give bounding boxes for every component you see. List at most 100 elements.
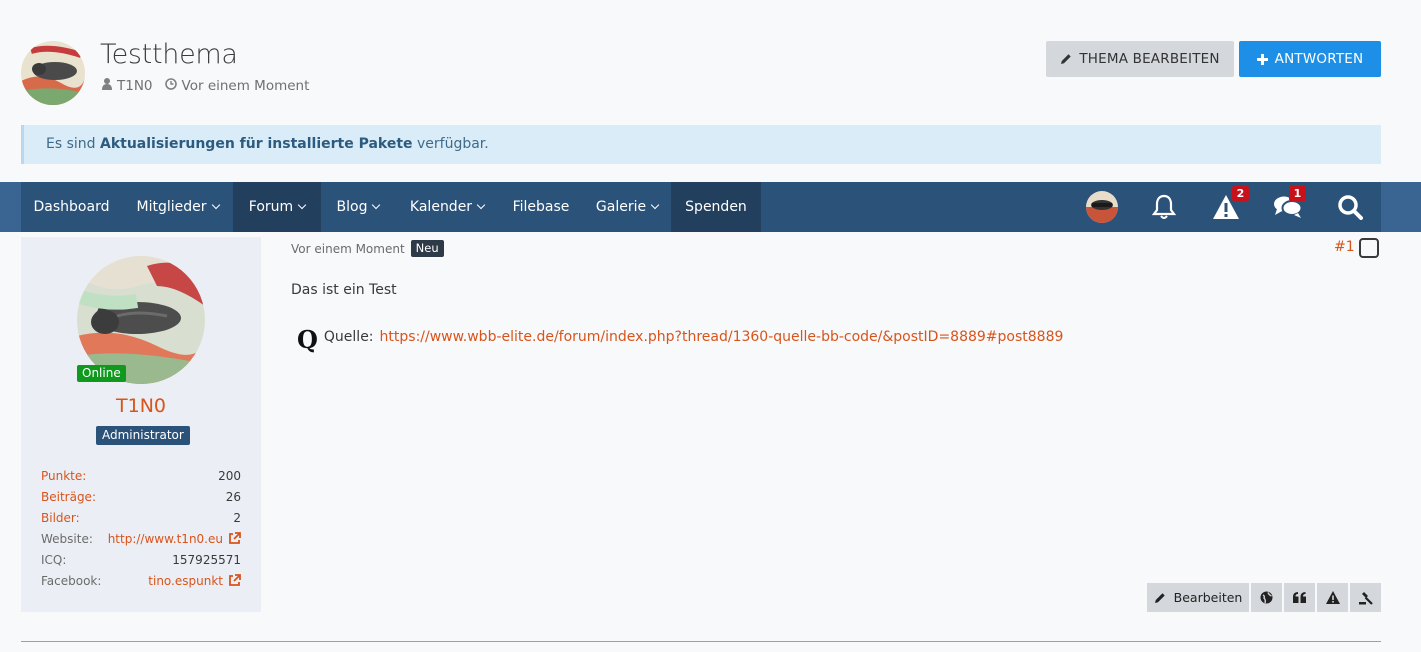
quote-icon — [1293, 592, 1306, 603]
source-quote: Q Quelle: https://www.wbb-elite.de/forum… — [297, 322, 1063, 352]
stat-key[interactable]: Bilder: — [41, 511, 80, 525]
nav-item-label: Mitglieder — [136, 199, 207, 215]
nav-item-label: Forum — [248, 199, 294, 215]
user-name[interactable]: T1N0 — [21, 395, 261, 417]
stat-row-facebook: Facebook: tino.espunkt — [41, 570, 241, 591]
main-menu: Dashboard Mitglieder Forum Blog Kalender… — [21, 182, 1381, 232]
thread-header: Testthema T1N0 Vor einem Moment THEMA BE… — [21, 39, 1381, 107]
user-icon — [102, 78, 112, 93]
stat-key[interactable]: Punkte: — [41, 469, 86, 483]
nav-item-dashboard[interactable]: Dashboard — [21, 182, 122, 232]
thread-author[interactable]: T1N0 — [102, 78, 153, 94]
moderation-button[interactable]: 2 — [1195, 182, 1257, 232]
post-actions: Bearbeiten — [1147, 583, 1381, 612]
source-link[interactable]: https://www.wbb-elite.de/forum/index.php… — [380, 329, 1064, 345]
nav-item-label: Dashboard — [33, 199, 110, 215]
stat-value: 200 — [218, 468, 241, 483]
user-menu[interactable] — [1071, 182, 1133, 232]
warning-icon — [1325, 591, 1340, 604]
chevron-down-icon — [650, 200, 660, 210]
stat-row-icq: ICQ: 157925571 — [41, 549, 241, 570]
chevron-down-icon — [372, 200, 381, 210]
user-rank-badge: Administrator — [96, 426, 190, 445]
nav-item-label: Blog — [336, 199, 368, 215]
notice-link[interactable]: Aktualisierungen für installierte Pakete — [100, 136, 413, 152]
nav-item-filebase[interactable]: Filebase — [499, 182, 583, 232]
moderation-badge: 2 — [1232, 186, 1249, 201]
conversations-badge: 1 — [1289, 186, 1306, 201]
stat-key: ICQ: — [41, 552, 67, 567]
search-button[interactable] — [1319, 182, 1381, 232]
edit-thread-label: THEMA BEARBEITEN — [1079, 51, 1220, 67]
stat-row-images: Bilder: 2 — [41, 507, 241, 528]
chevron-down-icon — [297, 200, 307, 210]
pencil-icon — [1061, 54, 1072, 64]
nav-item-blog[interactable]: Blog — [321, 182, 395, 232]
nav-item-mitglieder[interactable]: Mitglieder — [122, 182, 233, 232]
user-avatar-icon — [1086, 191, 1118, 223]
conversations-button[interactable]: 1 — [1257, 182, 1319, 232]
edit-post-button[interactable]: Bearbeiten — [1147, 583, 1249, 612]
nav-item-label: Filebase — [512, 199, 570, 215]
page-title: Testthema — [100, 39, 238, 70]
nav-item-spenden[interactable]: Spenden — [671, 182, 761, 232]
gavel-icon — [1358, 591, 1373, 605]
chevron-down-icon — [211, 200, 220, 210]
main-navbar: Dashboard Mitglieder Forum Blog Kalender… — [0, 182, 1421, 232]
stat-value: 26 — [225, 489, 241, 504]
stat-row-website: Website: http://www.t1n0.eu — [41, 528, 241, 549]
stat-value: 2 — [233, 510, 241, 525]
thread-time-text: Vor einem Moment — [181, 78, 310, 94]
pencil-icon — [1154, 592, 1165, 603]
chevron-down-icon — [476, 200, 486, 210]
external-link-icon — [229, 574, 241, 586]
source-q-icon: Q — [297, 325, 318, 354]
clock-icon — [164, 78, 177, 93]
edit-thread-button[interactable]: THEMA BEARBEITEN — [1046, 41, 1234, 77]
plus-icon — [1256, 53, 1268, 65]
nav-item-label: Kalender — [409, 199, 473, 215]
update-notice: Es sind Aktualisierungen für installiert… — [21, 125, 1381, 164]
notifications-button[interactable] — [1133, 182, 1195, 232]
post-body: Das ist ein Test — [291, 282, 397, 298]
stat-key: Website: — [41, 531, 93, 546]
post-select-checkbox[interactable] — [1359, 238, 1379, 258]
website-link[interactable]: http://www.t1n0.eu — [108, 532, 241, 546]
nav-item-forum[interactable]: Forum — [233, 182, 321, 232]
stat-row-points: Punkte: 200 — [41, 465, 241, 486]
post-divider — [21, 641, 1381, 642]
stat-value: http://www.t1n0.eu — [107, 531, 223, 546]
edit-post-label: Bearbeiten — [1173, 590, 1243, 605]
online-badge: Online — [77, 365, 126, 382]
search-icon — [1338, 195, 1363, 220]
facebook-link[interactable]: tino.espunkt — [148, 574, 241, 588]
ip-address-button[interactable] — [1251, 583, 1282, 612]
new-badge: Neu — [410, 240, 444, 257]
thread-author-name: T1N0 — [117, 78, 153, 94]
external-link-icon — [229, 532, 241, 544]
author-avatar[interactable] — [21, 41, 85, 105]
post-permalink[interactable]: #1 — [1334, 239, 1355, 255]
nav-item-label: Spenden — [685, 199, 747, 215]
nav-item-galerie[interactable]: Galerie — [583, 182, 671, 232]
reply-label: ANTWORTEN — [1274, 51, 1364, 67]
nav-item-kalender[interactable]: Kalender — [395, 182, 499, 232]
user-stats: Punkte: 200 Beiträge: 26 Bilder: 2 Websi… — [41, 465, 241, 591]
notice-prefix: Es sind — [46, 136, 100, 152]
stat-value: tino.espunkt — [148, 573, 223, 588]
stat-key[interactable]: Beiträge: — [41, 490, 96, 504]
moderate-button[interactable] — [1350, 583, 1381, 612]
nav-item-label: Galerie — [595, 199, 647, 215]
post-time[interactable]: Vor einem Moment — [291, 242, 405, 256]
stat-row-posts: Beiträge: 26 — [41, 486, 241, 507]
quote-button[interactable] — [1284, 583, 1315, 612]
post-meta: Vor einem Moment Neu — [291, 240, 444, 257]
post-author-sidebar: Online T1N0 Administrator Punkte: 200 Be… — [21, 237, 261, 612]
bell-icon — [1151, 194, 1177, 219]
notice-suffix: verfügbar. — [412, 136, 489, 152]
report-button[interactable] — [1317, 583, 1348, 612]
stat-value: 157925571 — [172, 552, 241, 567]
source-label: Quelle: — [323, 329, 374, 345]
thread-time: Vor einem Moment — [164, 78, 310, 94]
reply-button[interactable]: ANTWORTEN — [1239, 41, 1381, 77]
